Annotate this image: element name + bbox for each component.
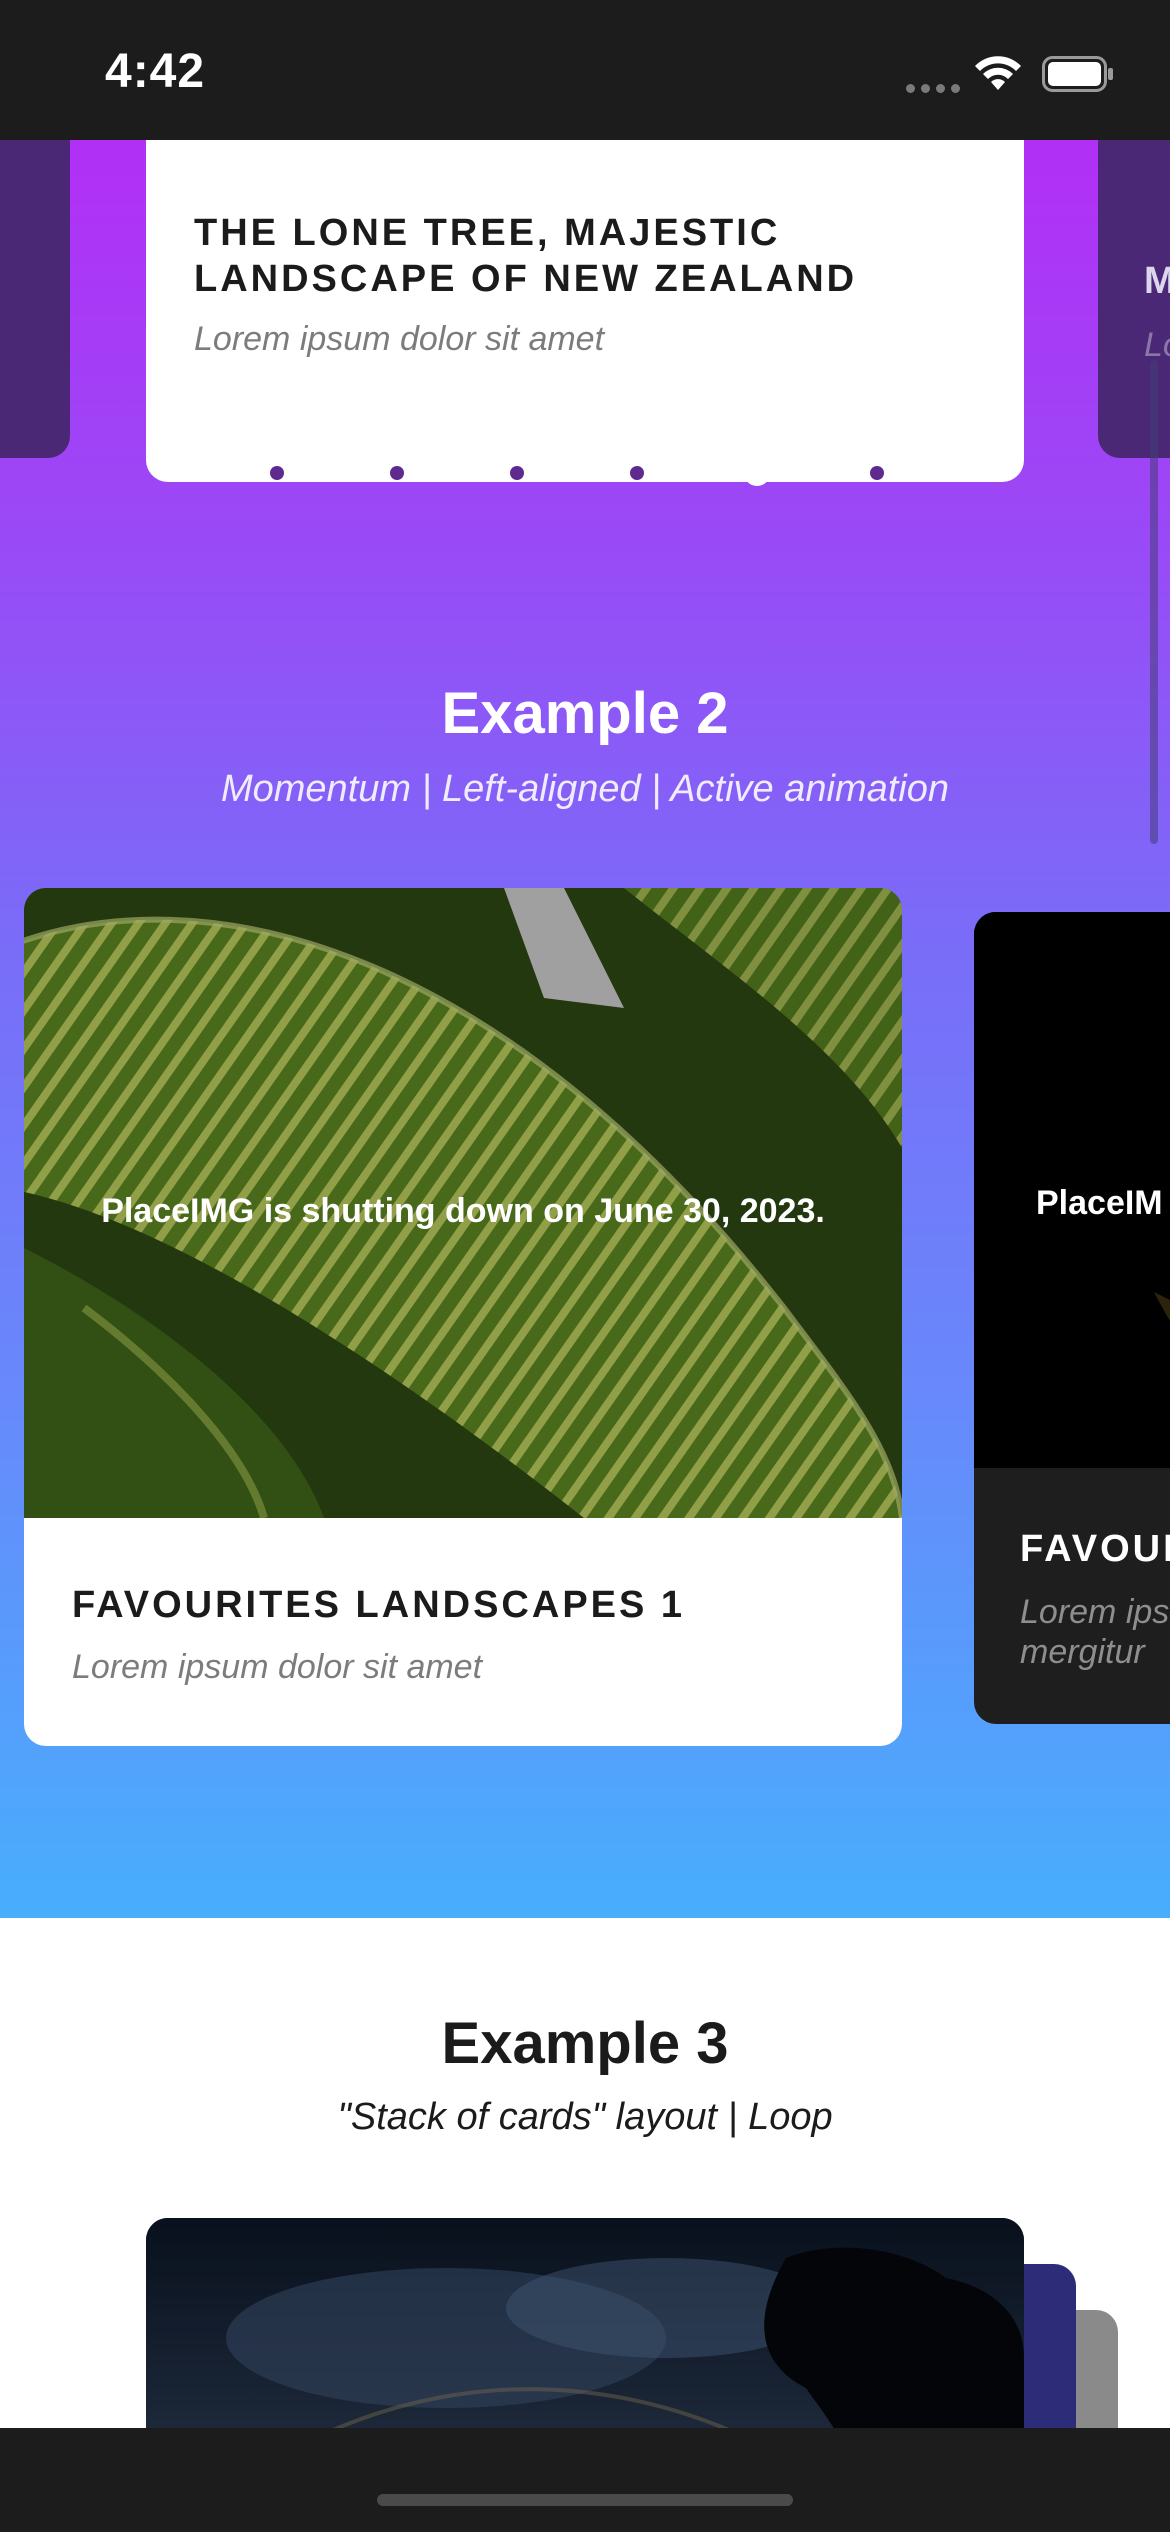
cellular-signal-icon: [906, 84, 960, 93]
carousel-card-active[interactable]: PlaceIMG is shutting down on June 30, 20…: [24, 888, 902, 1746]
card-title: THE LONE TREE, MAJESTIC LANDSCAPE OF NEW…: [194, 212, 858, 300]
sky-tree-image: [146, 2218, 1024, 2428]
pagination-dot[interactable]: [510, 466, 524, 480]
image-notice-text: PlaceIMG is shutting down on June 30, 20…: [101, 1192, 825, 1230]
battery-icon: [1042, 56, 1113, 92]
pagination-dot[interactable]: [270, 466, 284, 480]
pagination-dot-active[interactable]: [744, 460, 770, 486]
status-bar: 4:42: [0, 0, 1170, 140]
card-subtitle: Lorem ips mergitur: [1020, 1593, 1170, 1671]
status-time: 4:42: [105, 45, 206, 98]
card-subtitle: Lorem ipsum dolor sit amet: [72, 1648, 483, 1686]
gradient-section: THE LONE TREE, MAJESTIC LANDSCAPE OF NEW…: [0, 140, 1170, 1918]
home-indicator[interactable]: [377, 2494, 793, 2506]
image-notice-text: PlaceIM: [1036, 1184, 1163, 1222]
dark-image: PlaceIM: [974, 912, 1170, 1468]
card-subtitle: Lorem ipsum dolor sit amet: [194, 320, 605, 358]
example3-section: Example 3 "Stack of cards" layout | Loop: [0, 1918, 1170, 2428]
wifi-icon: [975, 56, 1021, 90]
card-title: M: [1144, 260, 1170, 302]
section-subtitle: Momentum | Left-aligned | Active animati…: [220, 768, 949, 810]
stacked-card-front[interactable]: [146, 2218, 1024, 2428]
home-bar: [0, 2428, 1170, 2532]
pagination-dot[interactable]: [870, 466, 884, 480]
carousel-card-next[interactable]: PlaceIM FAVOUR Lorem ips mergitur: [974, 912, 1170, 1724]
section-subtitle: "Stack of cards" layout | Loop: [337, 2096, 833, 2138]
card-subtitle: Lo: [1144, 326, 1170, 364]
carousel-card-previous[interactable]: [0, 140, 70, 458]
pagination-dots: [270, 452, 910, 492]
pagination-dot[interactable]: [390, 466, 404, 480]
carousel-card-next[interactable]: M Lo: [1098, 140, 1170, 458]
card-title: FAVOUR: [1020, 1528, 1170, 1570]
card-title: FAVOURITES LANDSCAPES 1: [72, 1584, 686, 1626]
carousel-card-active[interactable]: THE LONE TREE, MAJESTIC LANDSCAPE OF NEW…: [146, 140, 1024, 482]
section-title: Example 2: [441, 681, 729, 746]
pagination-dot[interactable]: [630, 466, 644, 480]
scrollbar-thumb[interactable]: [1150, 360, 1158, 844]
section-title: Example 3: [441, 2011, 729, 2076]
leaf-image: PlaceIMG is shutting down on June 30, 20…: [24, 888, 902, 1518]
